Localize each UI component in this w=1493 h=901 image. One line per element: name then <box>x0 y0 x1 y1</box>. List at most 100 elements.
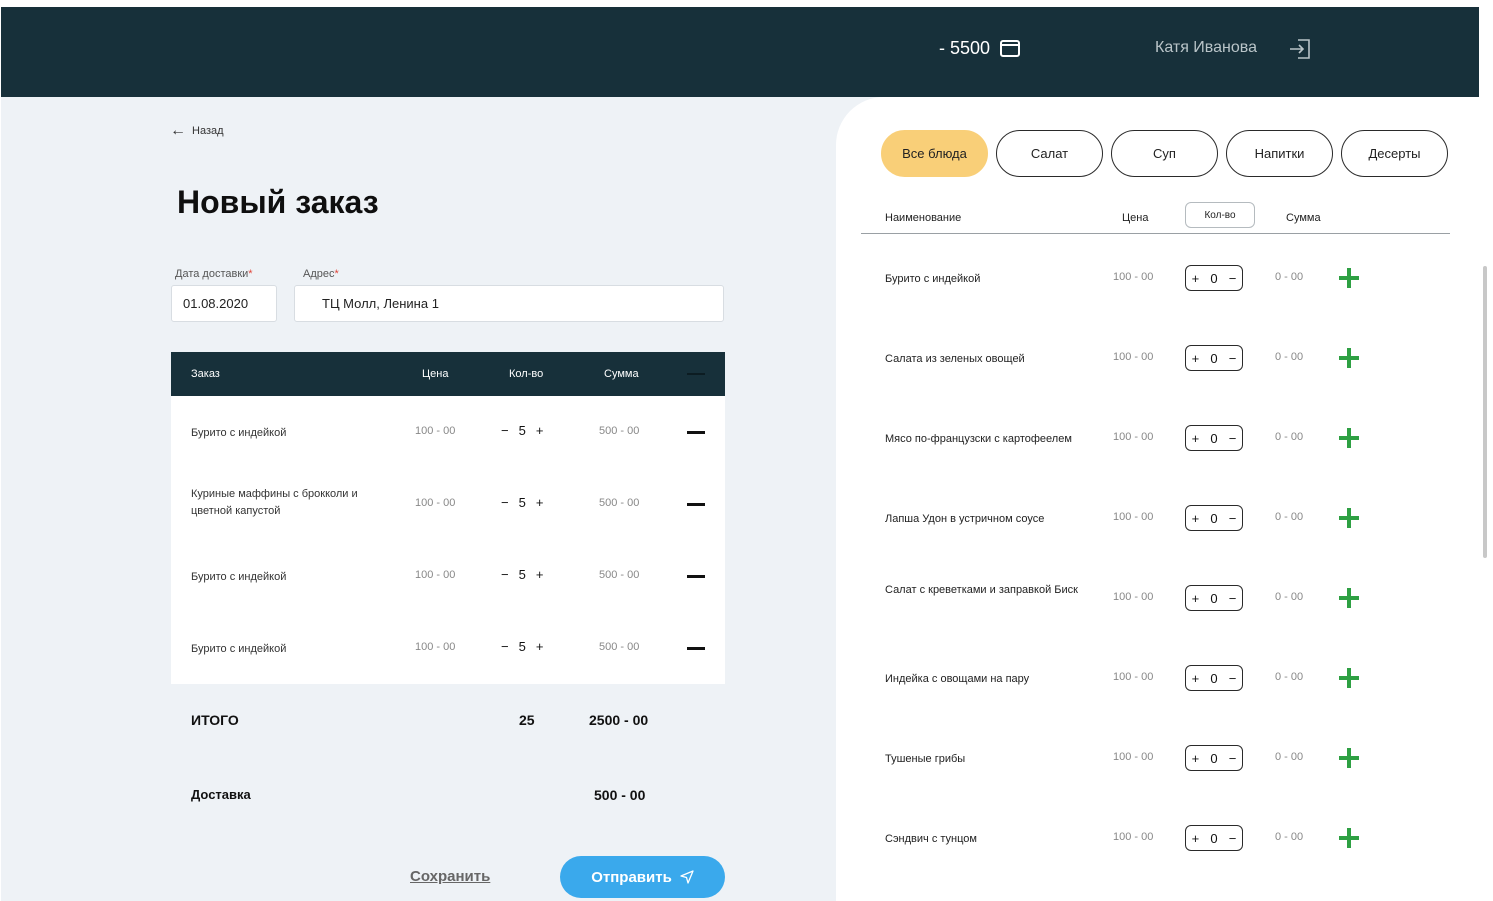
increment-button[interactable]: + <box>1192 671 1200 686</box>
address-field[interactable]: ТЦ Молл, Ленина 1 <box>294 285 724 322</box>
user-name[interactable]: Катя Иванова <box>1155 39 1257 57</box>
quantity-value: 5 <box>518 639 526 654</box>
tab-desserts[interactable]: Десерты <box>1341 130 1448 177</box>
quantity-stepper: + 0 − <box>1185 345 1243 371</box>
table-row: Бурито с индейкой 100 - 00 − 5 + 500 - 0… <box>171 396 725 468</box>
page-title: Новый заказ <box>177 184 379 220</box>
increment-button[interactable]: + <box>1192 591 1200 606</box>
decrement-button[interactable]: − <box>1229 351 1237 366</box>
quantity-stepper: + 0 − <box>1185 425 1243 451</box>
decrement-button[interactable]: − <box>1229 751 1237 766</box>
table-row: Куриные маффины с брокколи и цветной кап… <box>171 468 725 540</box>
quantity-value: 0 <box>1210 350 1218 366</box>
increment-button[interactable]: + <box>536 495 544 510</box>
delivery-date-field[interactable]: 01.08.2020 <box>171 285 277 322</box>
tab-drinks[interactable]: Напитки <box>1226 130 1333 177</box>
quantity-value: 0 <box>1210 270 1218 286</box>
list-item: Бурито с индейкой 100 - 00 + 0 − 0 - 00 <box>861 237 1381 317</box>
add-item-button[interactable] <box>1339 748 1359 768</box>
table-row: Бурито с индейкой 100 - 00 − 5 + 500 - 0… <box>171 612 725 684</box>
list-item: Салата из зеленых овощей 100 - 00 + 0 − … <box>861 317 1381 397</box>
decrement-button[interactable]: − <box>1229 431 1237 446</box>
increment-button[interactable]: + <box>1192 271 1200 286</box>
delivery-date-label: Дата доставки* <box>175 268 253 280</box>
list-item: Тушеные грибы 100 - 00 + 0 − 0 - 00 <box>861 717 1381 797</box>
remove-item-button[interactable] <box>687 503 705 506</box>
quantity-value: 5 <box>518 567 526 582</box>
top-bar <box>1 7 1479 97</box>
list-item: Индейка с овощами на пару 100 - 00 + 0 −… <box>861 637 1381 717</box>
decrement-button[interactable]: − <box>1229 511 1237 526</box>
add-item-button[interactable] <box>1339 428 1359 448</box>
delivery-label: Доставка <box>191 787 251 802</box>
increment-button[interactable]: + <box>1192 831 1200 846</box>
balance-value: - 5500 <box>939 38 991 58</box>
quantity-value: 0 <box>1210 830 1218 846</box>
back-link[interactable]: ← Назад <box>170 123 224 139</box>
quantity-value: 0 <box>1210 510 1218 526</box>
logout-icon[interactable] <box>1288 38 1312 60</box>
list-item: Лапша Удон в устричном соусе 100 - 00 + … <box>861 477 1381 557</box>
increment-button[interactable]: + <box>536 423 544 438</box>
decrement-button[interactable]: − <box>1229 271 1237 286</box>
tab-soup[interactable]: Суп <box>1111 130 1218 177</box>
order-table: Заказ Цена Кол-во Сумма Бурито с индейко… <box>171 352 725 684</box>
decrement-button[interactable]: − <box>1229 831 1237 846</box>
quantity-value: 5 <box>518 495 526 510</box>
quantity-stepper: + 0 − <box>1185 505 1243 531</box>
total-sum: 2500 - 00 <box>589 712 649 728</box>
decrement-button[interactable]: − <box>501 495 509 510</box>
increment-button[interactable]: + <box>1192 511 1200 526</box>
decrement-button[interactable]: − <box>1229 591 1237 606</box>
increment-button[interactable]: + <box>1192 351 1200 366</box>
balance: - 5500 <box>939 38 1021 59</box>
scrollbar[interactable] <box>1483 266 1487 558</box>
quantity-stepper: + 0 − <box>1185 665 1243 691</box>
quantity-stepper: + 0 − <box>1185 265 1243 291</box>
remove-item-button[interactable] <box>687 647 705 650</box>
decrement-button[interactable]: − <box>1229 671 1237 686</box>
menu-table-header: Наименование Цена Кол-во Сумма <box>861 200 1450 234</box>
back-label: Назад <box>192 125 224 137</box>
send-button[interactable]: Отправить <box>560 856 725 898</box>
table-row: Бурито с индейкой 100 - 00 − 5 + 500 - 0… <box>171 540 725 612</box>
list-item: Салат с креветками и заправкой Биск 100 … <box>861 557 1381 637</box>
quantity-stepper: + 0 − <box>1185 585 1243 611</box>
delivery-sum: 500 - 00 <box>594 787 646 803</box>
decrement-button[interactable]: − <box>501 423 509 438</box>
qty-column-header[interactable]: Кол-во <box>1185 202 1255 228</box>
tab-salad[interactable]: Салат <box>996 130 1103 177</box>
decrement-button[interactable]: − <box>501 639 509 654</box>
add-item-button[interactable] <box>1339 268 1359 288</box>
increment-button[interactable]: + <box>536 567 544 582</box>
add-item-button[interactable] <box>1339 828 1359 848</box>
decrement-button[interactable]: − <box>501 567 509 582</box>
remove-item-button[interactable] <box>687 575 705 578</box>
save-button[interactable]: Сохранить <box>410 868 490 885</box>
add-item-button[interactable] <box>1339 588 1359 608</box>
order-table-body: Бурито с индейкой 100 - 00 − 5 + 500 - 0… <box>171 396 725 684</box>
list-item: Сэндвич с тунцом 100 - 00 + 0 − 0 - 00 <box>861 797 1381 877</box>
add-item-button[interactable] <box>1339 508 1359 528</box>
quantity-stepper: + 0 − <box>1185 825 1243 851</box>
remove-item-button[interactable] <box>687 431 705 434</box>
list-item: Мясо по-французски с картофеелем 100 - 0… <box>861 397 1381 477</box>
increment-button[interactable]: + <box>536 639 544 654</box>
send-label: Отправить <box>591 868 672 886</box>
add-item-button[interactable] <box>1339 668 1359 688</box>
total-qty: 25 <box>519 712 535 728</box>
send-icon <box>680 870 694 884</box>
order-table-header: Заказ Цена Кол-во Сумма <box>171 352 725 396</box>
wallet-icon[interactable] <box>1000 40 1021 57</box>
increment-button[interactable]: + <box>1192 431 1200 446</box>
total-label: ИТОГО <box>191 712 239 728</box>
quantity-value: 0 <box>1210 750 1218 766</box>
quantity-stepper: + 0 − <box>1185 745 1243 771</box>
quantity-value: 0 <box>1210 430 1218 446</box>
remove-all-icon[interactable] <box>687 373 705 375</box>
increment-button[interactable]: + <box>1192 751 1200 766</box>
quantity-value: 5 <box>518 423 526 438</box>
quantity-value: 0 <box>1210 670 1218 686</box>
add-item-button[interactable] <box>1339 348 1359 368</box>
tab-all-dishes[interactable]: Все блюда <box>881 130 988 177</box>
